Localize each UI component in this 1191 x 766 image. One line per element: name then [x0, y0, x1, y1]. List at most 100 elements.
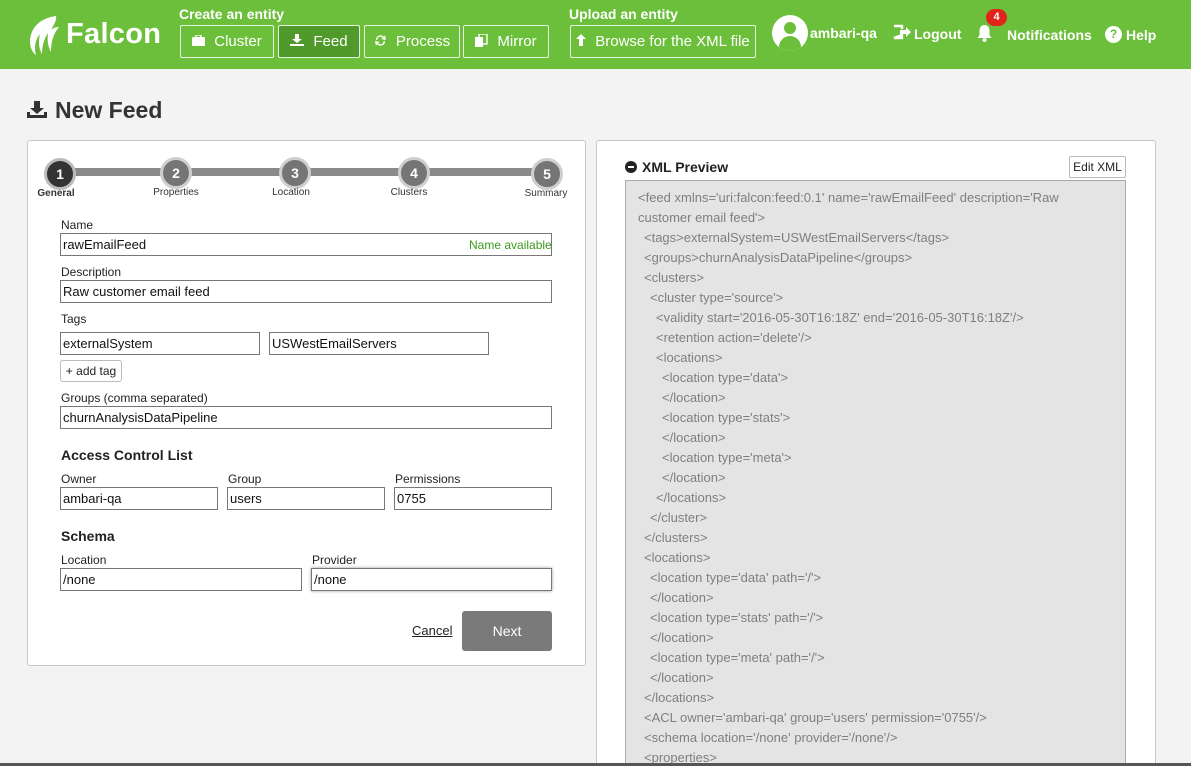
xml-line: <location type='stats' path='/'>	[650, 610, 824, 625]
upload-arrow-icon	[576, 34, 587, 49]
schema-location-field[interactable]: /none	[60, 568, 302, 591]
upload-entity-title: Upload an entity	[569, 6, 678, 22]
xml-line: <location type='data'>	[662, 370, 789, 385]
xml-line: <retention action='delete'/>	[656, 330, 812, 345]
wizard-step-5-label: Summary	[524, 188, 568, 199]
permissions-field[interactable]: 0755	[394, 487, 552, 510]
owner-label: Owner	[61, 472, 97, 486]
user-menu[interactable]: ambari-qa	[772, 15, 877, 51]
page-title-text: New Feed	[55, 97, 163, 123]
xml-line: <schema location='/none' provider='/none…	[644, 730, 898, 745]
falcon-logo[interactable]: Falcon	[26, 12, 161, 56]
wizard-step-4[interactable]: 4	[398, 157, 430, 189]
next-button[interactable]: Next	[462, 611, 552, 651]
xml-line: <location type='data' path='/'>	[650, 570, 822, 585]
xml-line: <feed xmlns='uri:falcon:feed:0.1' name='…	[638, 190, 1059, 205]
logout-icon	[892, 24, 912, 43]
edit-xml-button[interactable]: Edit XML	[1069, 156, 1126, 178]
groups-field[interactable]: churnAnalysisDataPipeline	[60, 406, 552, 429]
xml-line: <locations>	[656, 350, 723, 365]
logout-link[interactable]: Logout	[892, 24, 961, 43]
schema-provider-label: Provider	[312, 553, 357, 567]
xml-line: </location>	[650, 590, 714, 605]
process-button[interactable]: Process	[364, 25, 460, 58]
cluster-button-label: Cluster	[214, 33, 262, 50]
xml-line: </cluster>	[650, 510, 708, 525]
wizard-step-4-label: Clusters	[390, 187, 428, 198]
xml-line: </location>	[650, 630, 714, 645]
wizard-step-1[interactable]: 1	[44, 158, 76, 190]
cluster-button[interactable]: Cluster	[180, 25, 274, 58]
help-icon: ?	[1105, 26, 1122, 43]
add-tag-button[interactable]: + add tag	[60, 360, 122, 382]
xml-line: </locations>	[656, 490, 727, 505]
logout-label: Logout	[914, 25, 962, 42]
xml-preview-title: XML Preview	[642, 159, 729, 175]
xml-line: </location>	[662, 390, 726, 405]
xml-line: <tags>externalSystem=USWestEmailServers<…	[644, 230, 950, 245]
wizard-step-3[interactable]: 3	[279, 157, 311, 189]
tag-key-field[interactable]: externalSystem	[60, 332, 260, 355]
tags-label: Tags	[61, 312, 87, 326]
groups-label: Groups (comma separated)	[61, 391, 208, 405]
feed-button[interactable]: Feed	[278, 25, 360, 58]
notifications-link[interactable]: Notifications	[976, 24, 1092, 45]
schema-provider-field[interactable]: /none	[311, 568, 552, 591]
name-available-status: Name available	[469, 238, 552, 252]
xml-line: <location type='meta'>	[662, 450, 792, 465]
mirror-button-label: Mirror	[497, 33, 537, 50]
help-label: Help	[1126, 26, 1157, 43]
xml-line: customer email feed'>	[638, 210, 766, 225]
xml-line: <location type='meta' path='/'>	[650, 650, 825, 665]
bell-icon	[976, 24, 993, 45]
xml-line: <clusters>	[644, 270, 704, 285]
xml-line: </location>	[662, 430, 726, 445]
xml-line: <ACL owner='ambari-qa' group='users' per…	[644, 710, 987, 725]
download-icon	[290, 34, 305, 49]
group-label: Group	[228, 472, 262, 486]
cancel-link[interactable]: Cancel	[412, 623, 452, 638]
xml-line: <groups>churnAnalysisDataPipeline</group…	[644, 250, 913, 265]
feed-button-label: Feed	[313, 33, 348, 50]
permissions-label: Permissions	[395, 472, 461, 486]
group-field[interactable]: users	[227, 487, 385, 510]
xml-line: <locations>	[644, 550, 711, 565]
wizard-step-5[interactable]: 5	[531, 158, 563, 190]
falcon-wing-icon	[30, 16, 59, 55]
briefcase-icon	[192, 34, 206, 49]
tag-value-field[interactable]: USWestEmailServers	[269, 332, 489, 355]
description-label: Description	[61, 265, 122, 279]
notification-count-badge: 4	[986, 9, 1007, 26]
page-title: New Feed	[27, 97, 162, 124]
xml-line: </clusters>	[644, 530, 708, 545]
create-entity-title: Create an entity	[179, 6, 285, 22]
xml-line: <cluster type='source'>	[650, 290, 784, 305]
name-label: Name	[61, 218, 94, 232]
xml-line: </location>	[650, 670, 714, 685]
schema-location-label: Location	[61, 553, 107, 567]
wizard-step-2[interactable]: 2	[160, 157, 192, 189]
top-nav-bar: Falcon Create an entity Cluster Feed Pro…	[0, 0, 1191, 69]
sync-icon	[374, 34, 387, 50]
process-button-label: Process	[395, 33, 451, 50]
xml-line: </location>	[662, 470, 726, 485]
xml-line: <location type='stats'>	[662, 410, 791, 425]
wizard-step-1-label: General	[37, 188, 75, 199]
xml-preview-toggle[interactable]: XML Preview	[625, 159, 728, 175]
wizard-step-2-label: Properties	[153, 187, 199, 198]
wizard-step-3-label: Location	[272, 187, 310, 198]
browse-xml-button[interactable]: Browse for the XML file	[570, 25, 756, 58]
username: ambari-qa	[810, 25, 877, 41]
xml-line: <validity start='2016-05-30T16:18Z' end=…	[656, 310, 1024, 325]
app-name: Falcon	[66, 17, 162, 50]
notifications-label: Notifications	[1007, 26, 1092, 43]
owner-field[interactable]: ambari-qa	[60, 487, 218, 510]
help-link[interactable]: ? Help	[1105, 26, 1156, 43]
xml-preview-content[interactable]: <feed xmlns='uri:falcon:feed:0.1' name='…	[625, 180, 1126, 766]
avatar	[772, 15, 808, 51]
collapse-icon	[625, 161, 637, 173]
description-field[interactable]: Raw customer email feed	[60, 280, 552, 303]
mirror-button[interactable]: Mirror	[463, 25, 549, 58]
acl-section-title: Access Control List	[61, 447, 193, 463]
xml-line: </locations>	[644, 690, 715, 705]
